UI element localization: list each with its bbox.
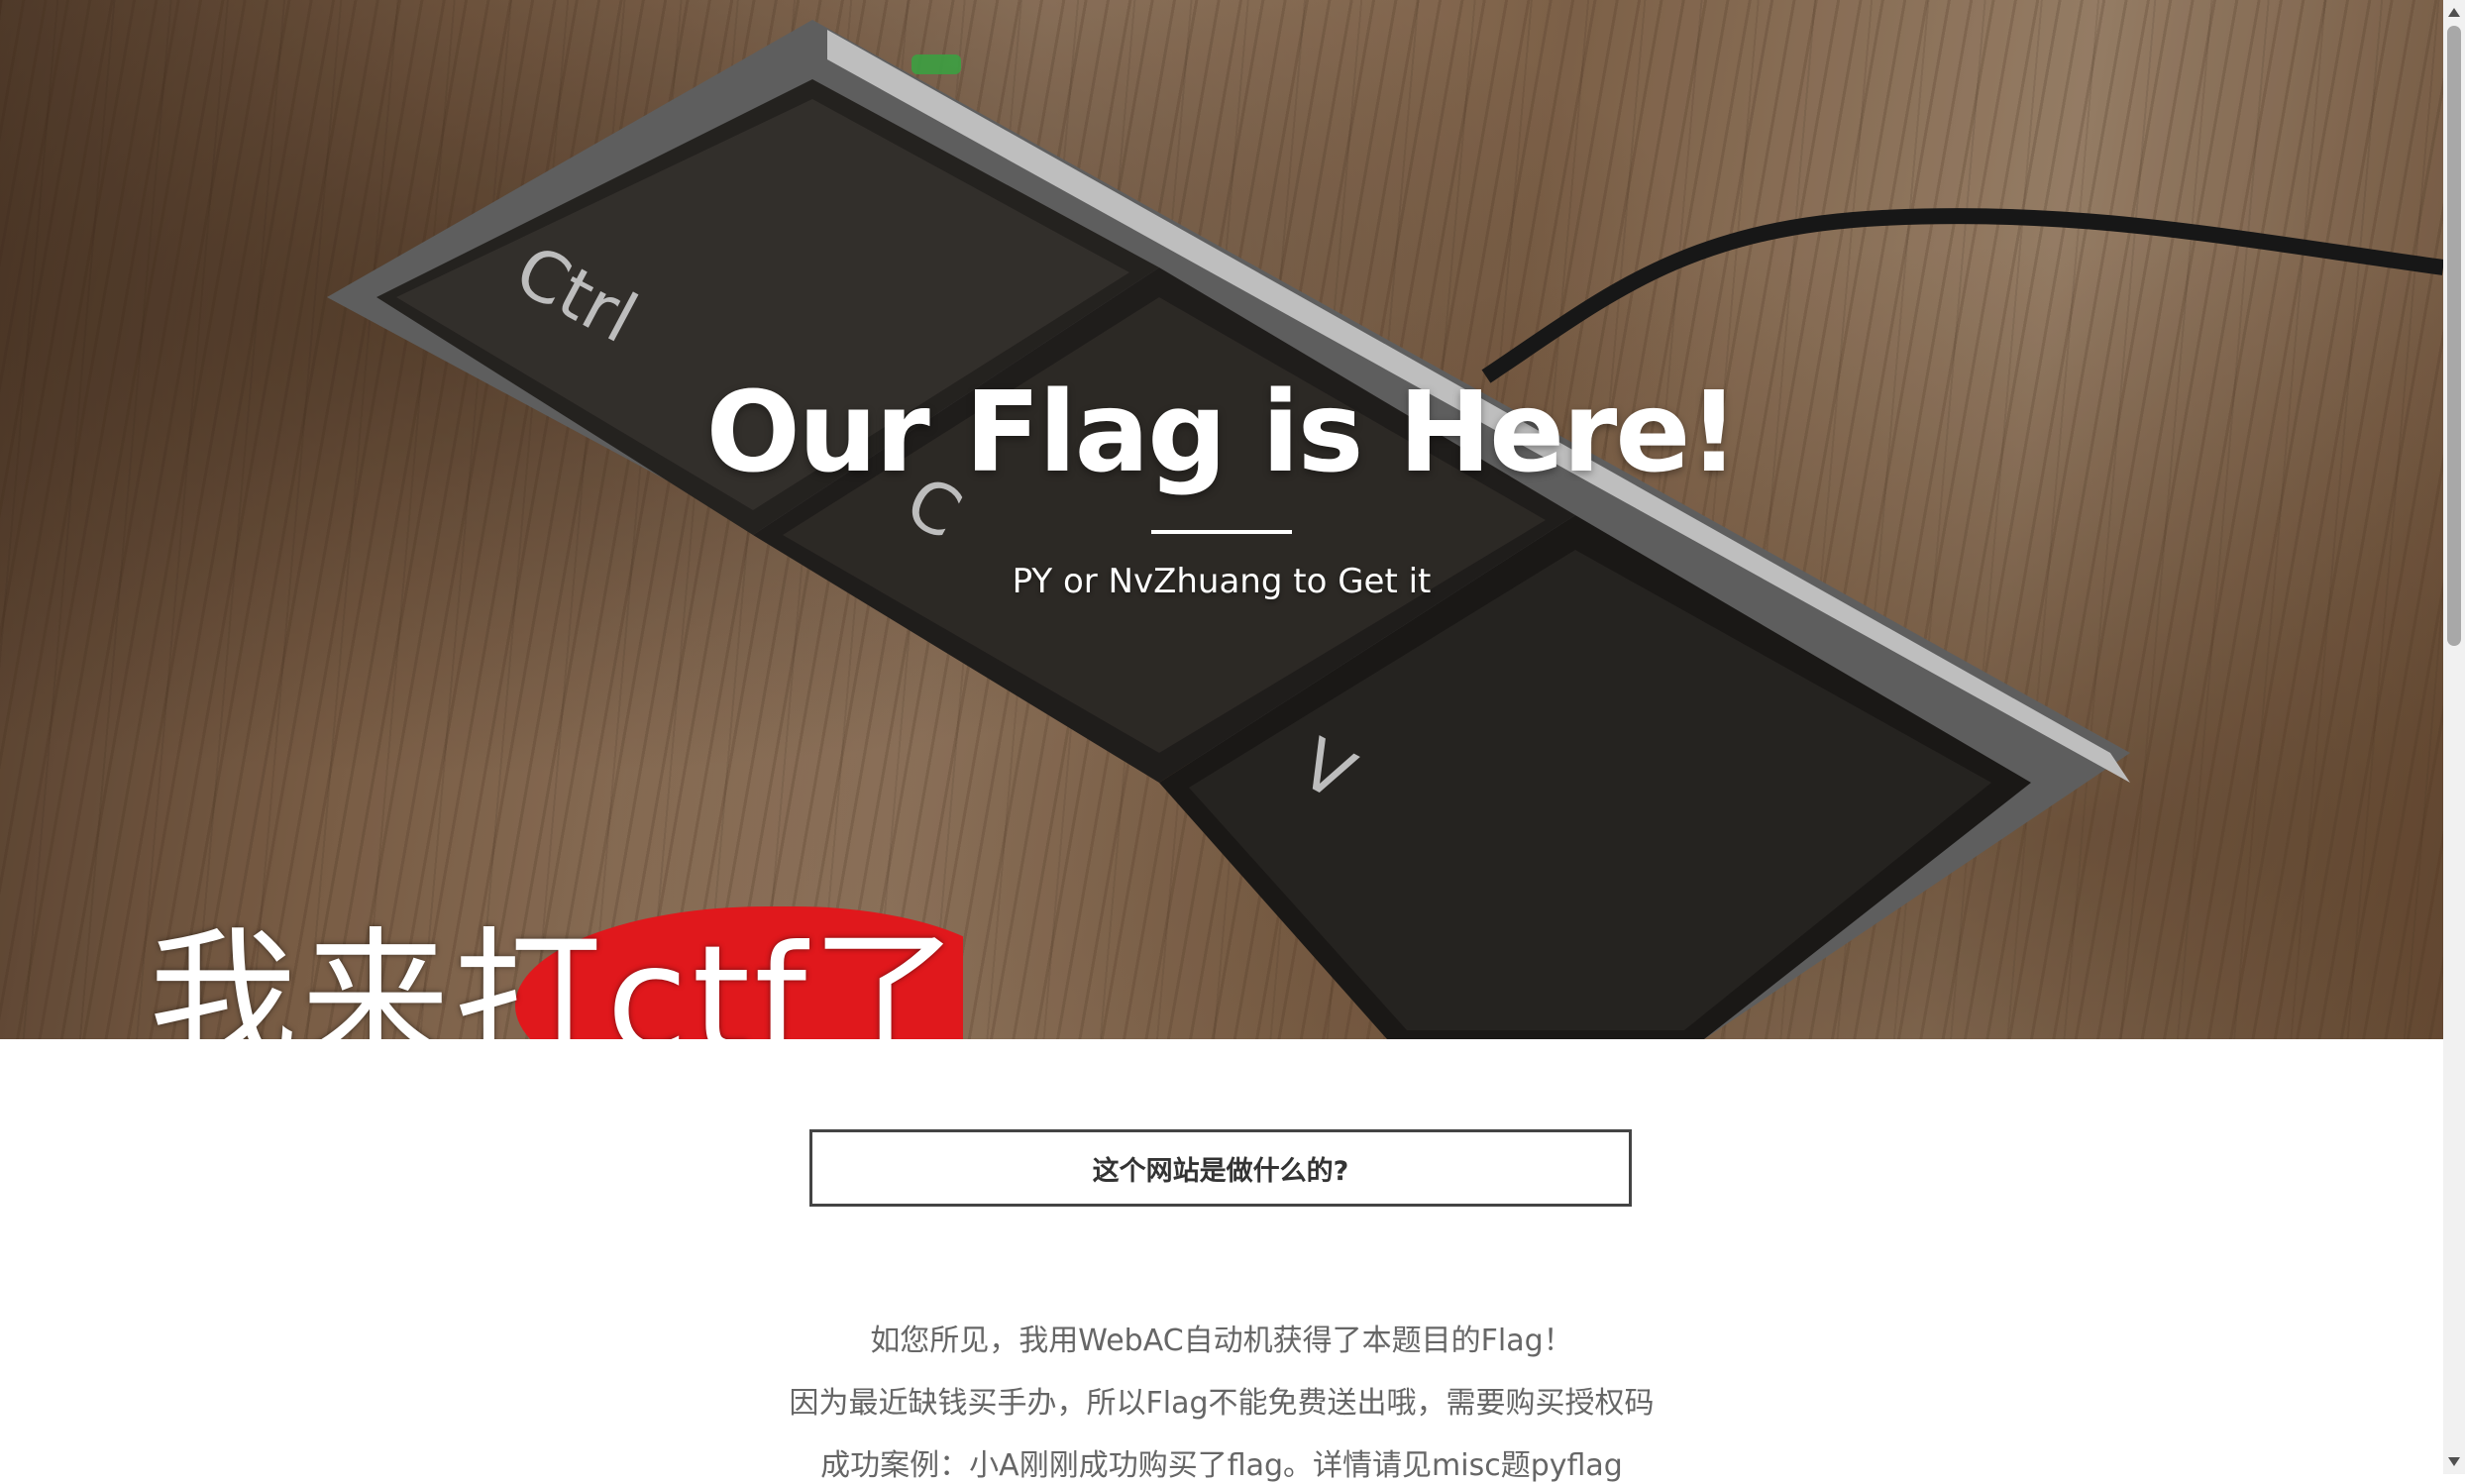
vertical-scrollbar[interactable]: [2443, 0, 2465, 1474]
meme-caption-part-3: 了: [810, 914, 964, 1039]
hero-overlay: [0, 0, 2443, 1039]
scrollbar-thumb[interactable]: [2447, 26, 2461, 646]
meme-caption: 我来打ctf了: [149, 906, 964, 1039]
hero-divider: [1151, 530, 1292, 534]
description-line-1: 如您所见，我用WebAC自动机获得了本题目的Flag！: [870, 1324, 1573, 1358]
hero-section: Ctrl C V 我来打ctf了 Our Flag is Here! PY or…: [0, 0, 2443, 1039]
hero-title: Our Flag is Here!: [705, 369, 1740, 497]
scroll-down-arrow-icon[interactable]: [2448, 1457, 2460, 1466]
meme-caption-part-1: 我来: [149, 914, 455, 1039]
description-line-2: 因为最近缺钱买手办，所以Flag不能免费送出哦，需要购买授权码: [789, 1386, 1655, 1421]
scroll-up-arrow-icon[interactable]: [2448, 8, 2460, 17]
description-line-3: 成功案例：小A刚刚成功购买了flag。详情请见misc题pyflag: [820, 1448, 1623, 1483]
about-site-button[interactable]: 这个网站是做什么的?: [809, 1129, 1632, 1207]
meme-caption-part-2: 打ctf: [454, 914, 811, 1039]
hero-subtitle: PY or NvZhuang to Get it: [1012, 562, 1432, 601]
